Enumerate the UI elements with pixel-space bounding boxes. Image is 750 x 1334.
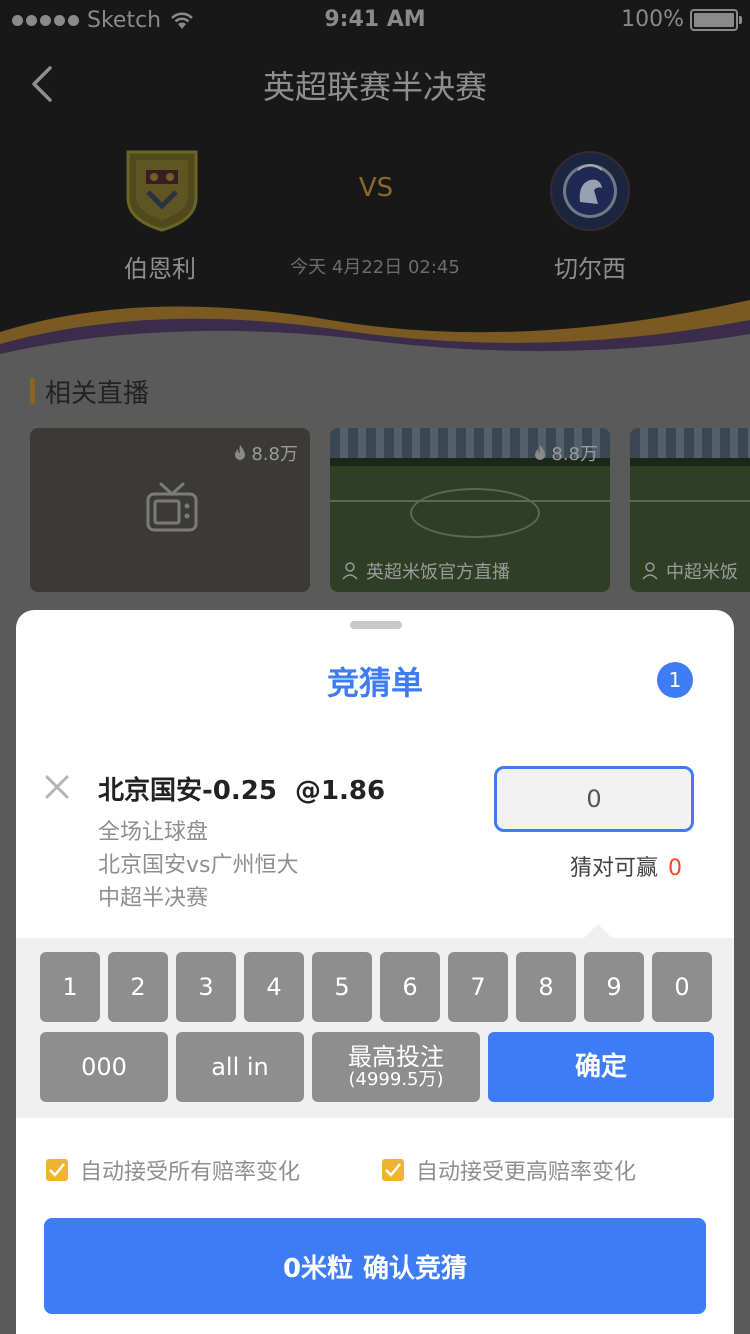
bet-market: 全场让球盘 [98,820,209,845]
fire-icon [235,445,246,460]
check-icon [385,1163,401,1177]
battery-percent: 100% [621,7,684,32]
key-1[interactable]: 1 [40,952,100,1022]
vs-label: VS [358,173,394,203]
potential-win: 猜对可赢 0 [569,856,682,881]
bet-slip-sheet: 竞猜单 1 北京国安-0.25 @1.86 全场让球盘 北京国安vs广州恒大 中超… [16,610,734,1334]
bet-selection: 北京国安-0.25 @1.86 [98,770,385,807]
away-team-name: 切尔西 [554,255,626,283]
key-4[interactable]: 4 [244,952,304,1022]
selection-odds: @1.86 [294,776,386,806]
stake-input[interactable] [494,766,694,832]
match-header: Sketch 9:41 AM 100% 英超联赛半决赛 伯恩利 VS 今天 4月… [0,0,750,370]
key-5[interactable]: 5 [312,952,372,1022]
stream-title: 中超米饭 [642,558,738,584]
chelsea-crest-icon[interactable] [550,150,630,232]
bet-count-badge: 1 [657,662,693,698]
heat-badge: 8.8万 [533,440,598,466]
submit-label: 确认竞猜 [363,1253,468,1284]
key-6[interactable]: 6 [380,952,440,1022]
accept-all-odds-label: 自动接受所有赔率变化 [80,1160,301,1185]
user-icon [642,562,658,580]
submit-amount: 0米粒 [282,1253,354,1284]
keypad-confirm-button[interactable]: 确定 [488,1032,714,1102]
battery-icon [690,8,742,31]
live-section-title: 相关直播 [30,374,149,409]
check-icon [49,1163,65,1177]
number-keypad: 1 2 3 4 5 6 7 8 9 0 000 all in 最高投注 (499… [16,938,734,1118]
key-000[interactable]: 000 [40,1032,168,1102]
home-team-name: 伯恩利 [124,255,196,283]
keypad-pointer [584,924,612,938]
live-card[interactable]: 8.8万 英超米饭官方直播 [330,428,610,592]
page-title: 英超联赛半决赛 [262,68,487,106]
accept-higher-odds-label: 自动接受更高赔率变化 [416,1160,637,1185]
bet-slip-title: 竞猜单 [326,664,423,702]
fire-icon [535,445,546,460]
drag-handle[interactable] [350,621,402,629]
key-7[interactable]: 7 [448,952,508,1022]
live-card[interactable]: 中超米饭 [630,428,750,592]
live-card[interactable]: 8.8万 [30,428,310,592]
key-0[interactable]: 0 [652,952,712,1022]
key-all-in[interactable]: all in [176,1032,304,1102]
bet-match: 北京国安vs广州恒大 [98,853,299,878]
header-wave [0,300,750,370]
match-time: 今天 4月22日 02:45 [290,257,460,278]
key-3[interactable]: 3 [176,952,236,1022]
tv-icon [146,482,198,532]
confirm-bet-button[interactable]: 0米粒 确认竞猜 [44,1218,706,1314]
accept-all-odds-checkbox[interactable]: 自动接受所有赔率变化 [46,1154,300,1186]
selection-name: 北京国安-0.25 [98,776,277,806]
user-icon [342,562,358,580]
status-bar: Sketch 9:41 AM 100% [0,0,750,40]
heat-badge: 8.8万 [233,440,298,466]
key-8[interactable]: 8 [516,952,576,1022]
key-9[interactable]: 9 [584,952,644,1022]
accept-higher-odds-checkbox[interactable]: 自动接受更高赔率变化 [382,1154,636,1186]
max-bet-label: 最高投注 [348,1042,444,1071]
potential-win-value: 0 [668,856,682,881]
close-icon[interactable] [44,774,70,800]
burnley-crest-icon[interactable] [122,150,202,232]
key-max-bet[interactable]: 最高投注 (4999.5万) [312,1032,480,1102]
max-bet-value: (4999.5万) [348,1069,444,1091]
bet-competition: 中超半决赛 [98,886,209,911]
key-2[interactable]: 2 [108,952,168,1022]
stream-title: 英超米饭官方直播 [342,558,510,584]
